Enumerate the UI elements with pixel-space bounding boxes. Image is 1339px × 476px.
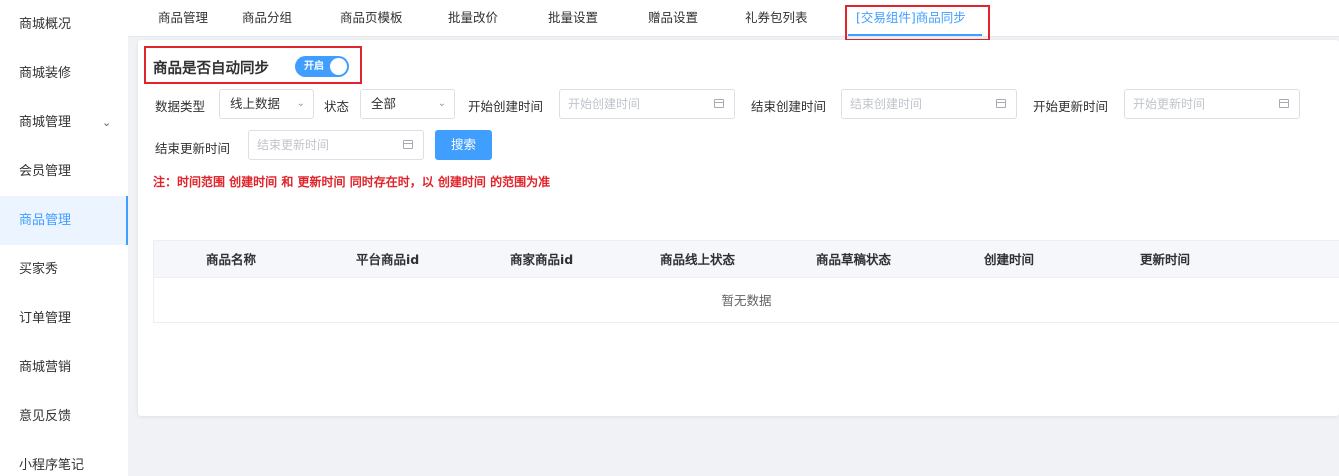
calendar-icon bbox=[403, 140, 413, 149]
toggle-on-text: 开启 bbox=[304, 61, 324, 72]
sidebar-item-label: 商城装修 bbox=[19, 66, 72, 81]
sidebar-item-label: 商城管理 bbox=[19, 115, 72, 130]
column-header-platform-product-id: 平台商品id bbox=[356, 252, 420, 267]
status-select[interactable]: 全部 ⌄ bbox=[360, 89, 455, 119]
chevron-down-icon: ⌄ bbox=[102, 116, 112, 129]
sidebar-item-label: 订单管理 bbox=[19, 311, 72, 326]
sidebar-item-buyer-show[interactable]: 买家秀 bbox=[0, 245, 128, 294]
sidebar-item-miniprogram-notes[interactable]: 小程序笔记 bbox=[0, 441, 128, 476]
data-type-value: 线上数据 bbox=[230, 96, 281, 111]
data-type-label: 数据类型 bbox=[155, 99, 206, 114]
sidebar: 商城概况 商城装修 商城管理 ⌄ 会员管理 商品管理 买家秀 订单管理 商城营销 … bbox=[0, 0, 128, 476]
sidebar-item-label: 小程序笔记 bbox=[19, 458, 85, 473]
date-placeholder: 开始创建时间 bbox=[568, 97, 641, 111]
sidebar-item-mall-management[interactable]: 商城管理 ⌄ bbox=[0, 98, 128, 147]
sidebar-item-label: 商城概况 bbox=[19, 17, 72, 32]
tab-batch-price-change[interactable]: 批量改价 bbox=[448, 0, 498, 37]
column-header-created-time: 创建时间 bbox=[984, 252, 1035, 267]
empty-state-text: 暂无数据 bbox=[721, 293, 772, 308]
sidebar-item-mall-marketing[interactable]: 商城营销 bbox=[0, 343, 128, 392]
sidebar-item-mall-overview[interactable]: 商城概况 bbox=[0, 0, 128, 49]
create-end-label: 结束创建时间 bbox=[751, 99, 827, 114]
table-header: 商品名称 平台商品id 商家商品id 商品线上状态 商品草稿状态 创建时间 更新… bbox=[154, 241, 1339, 278]
sidebar-item-label: 会员管理 bbox=[19, 164, 72, 179]
update-start-label: 开始更新时间 bbox=[1033, 99, 1109, 114]
tab-product-management[interactable]: 商品管理 bbox=[158, 0, 208, 37]
column-header-updated-time: 更新时间 bbox=[1140, 252, 1191, 267]
tab-bar: 商品管理 商品分组 商品页模板 批量改价 批量设置 赠品设置 礼券包列表 [交易… bbox=[128, 0, 1339, 37]
tab-batch-settings[interactable]: 批量设置 bbox=[548, 0, 598, 37]
chevron-down-icon: ⌄ bbox=[437, 98, 446, 109]
date-placeholder: 结束更新时间 bbox=[257, 138, 330, 152]
sidebar-item-label: 商品管理 bbox=[19, 213, 72, 228]
date-placeholder: 结束创建时间 bbox=[850, 97, 923, 111]
sidebar-item-label: 商城营销 bbox=[19, 360, 72, 375]
chevron-down-icon: ⌄ bbox=[296, 98, 305, 109]
sidebar-item-mall-decoration[interactable]: 商城装修 bbox=[0, 49, 128, 98]
sidebar-item-label: 买家秀 bbox=[19, 262, 59, 277]
sidebar-item-label: 意见反馈 bbox=[19, 409, 72, 424]
status-value: 全部 bbox=[371, 96, 397, 111]
auto-sync-label: 商品是否自动同步 bbox=[153, 61, 269, 77]
column-header-online-status: 商品线上状态 bbox=[660, 252, 736, 267]
product-sync-table: 商品名称 平台商品id 商家商品id 商品线上状态 商品草稿状态 创建时间 更新… bbox=[153, 240, 1339, 323]
date-placeholder: 开始更新时间 bbox=[1133, 97, 1206, 111]
sidebar-item-product-management[interactable]: 商品管理 bbox=[0, 196, 128, 245]
column-header-draft-status: 商品草稿状态 bbox=[816, 252, 892, 267]
update-start-date-input[interactable]: 开始更新时间 bbox=[1124, 89, 1300, 119]
sidebar-item-feedback[interactable]: 意见反馈 bbox=[0, 392, 128, 441]
tab-trade-component-product-sync[interactable]: [交易组件]商品同步 bbox=[856, 0, 966, 37]
tab-gift-settings[interactable]: 赠品设置 bbox=[648, 0, 698, 37]
tab-coupon-pack-list[interactable]: 礼券包列表 bbox=[745, 0, 808, 37]
calendar-icon bbox=[1279, 99, 1289, 108]
column-header-merchant-product-id: 商家商品id bbox=[510, 252, 574, 267]
search-button[interactable]: 搜索 bbox=[435, 130, 492, 160]
active-tab-indicator bbox=[848, 34, 982, 36]
time-range-note: 注：时间范围 创建时间 和 更新时间 同时存在时，以 创建时间 的范围为准 bbox=[153, 175, 551, 189]
auto-sync-toggle[interactable]: 开启 bbox=[295, 56, 349, 77]
tab-product-groups[interactable]: 商品分组 bbox=[242, 0, 292, 37]
create-end-date-input[interactable]: 结束创建时间 bbox=[841, 89, 1017, 119]
sidebar-item-order-management[interactable]: 订单管理 bbox=[0, 294, 128, 343]
status-label: 状态 bbox=[324, 99, 350, 114]
tab-product-page-template[interactable]: 商品页模板 bbox=[340, 0, 403, 37]
create-start-date-input[interactable]: 开始创建时间 bbox=[559, 89, 735, 119]
create-start-label: 开始创建时间 bbox=[468, 99, 544, 114]
calendar-icon bbox=[996, 99, 1006, 108]
column-header-product-name: 商品名称 bbox=[206, 252, 257, 267]
update-end-date-input[interactable]: 结束更新时间 bbox=[248, 130, 424, 160]
update-end-label: 结束更新时间 bbox=[155, 141, 231, 156]
toggle-knob bbox=[330, 58, 347, 75]
data-type-select[interactable]: 线上数据 ⌄ bbox=[219, 89, 314, 119]
sidebar-item-member-management[interactable]: 会员管理 bbox=[0, 147, 128, 196]
calendar-icon bbox=[714, 99, 724, 108]
